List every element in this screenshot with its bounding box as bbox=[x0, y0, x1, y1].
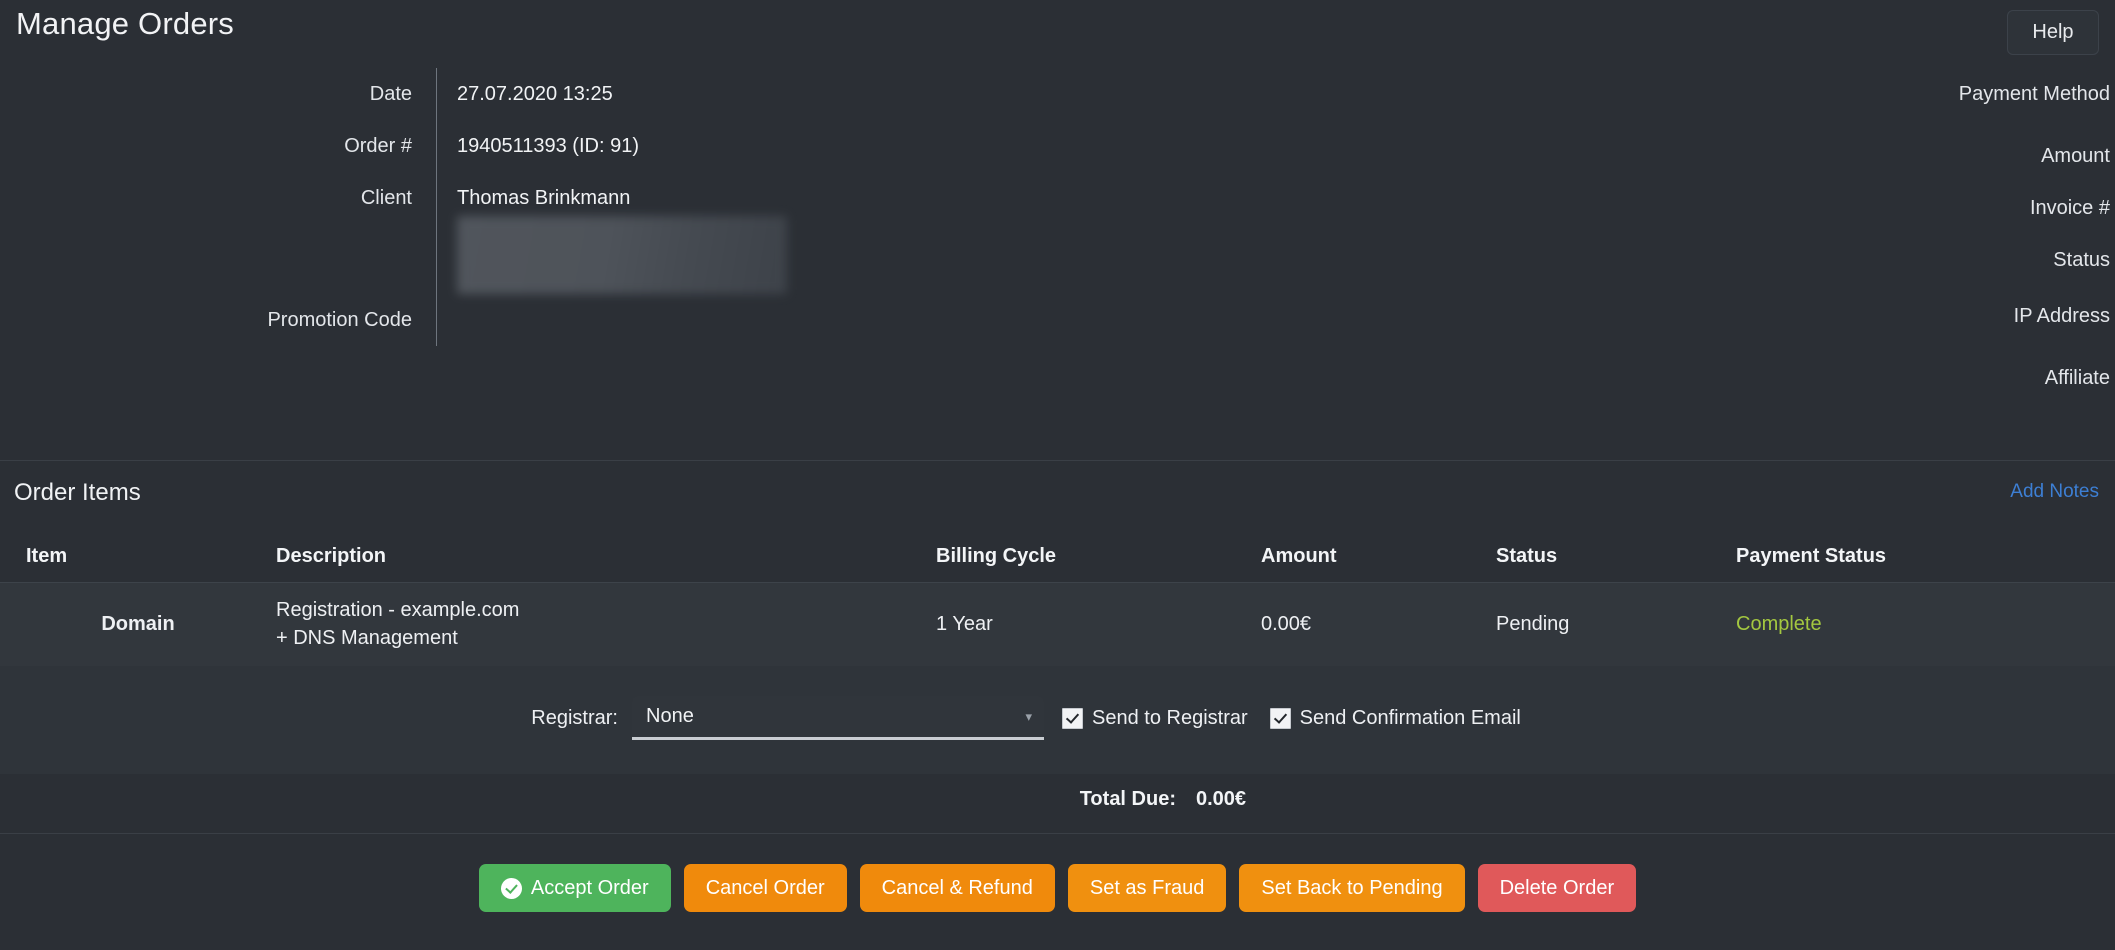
total-due-label: Total Due: bbox=[0, 788, 1196, 811]
summary-row-order-number: Order # 1940511393 (ID: 91) bbox=[0, 120, 1048, 172]
description-line-1: Registration - example.com bbox=[276, 599, 519, 621]
send-to-registrar-group[interactable]: Send to Registrar bbox=[1062, 707, 1248, 730]
send-confirmation-email-label: Send Confirmation Email bbox=[1300, 707, 1521, 730]
manage-orders-page: Manage Orders Help Date 27.07.2020 13:25… bbox=[0, 0, 2115, 950]
order-summary-right-column: Payment Method Bank Transfer Amount 0.00… bbox=[1048, 68, 2115, 438]
registrar-select-value: None bbox=[646, 705, 694, 728]
accept-order-label: Accept Order bbox=[531, 877, 649, 900]
summary-row-date: Date 27.07.2020 13:25 bbox=[0, 68, 1048, 120]
client-contact-redacted bbox=[457, 216, 787, 294]
summary-row-promotion-code: Promotion Code bbox=[0, 294, 1048, 346]
registrar-select[interactable]: None ▾ bbox=[632, 696, 1044, 740]
cancel-and-refund-button[interactable]: Cancel & Refund bbox=[860, 864, 1055, 912]
client-label: Client bbox=[0, 172, 436, 210]
accept-order-button[interactable]: Accept Order bbox=[479, 864, 671, 912]
table-row-registrar: Registrar: None ▾ Send to Registrar Send… bbox=[0, 666, 2115, 774]
total-due-value: 0.00€ bbox=[1196, 788, 1246, 811]
chevron-down-icon: ▾ bbox=[1025, 709, 1032, 725]
status-label: Status bbox=[1048, 234, 2115, 272]
table-header-row: Item Description Billing Cycle Amount St… bbox=[0, 533, 2115, 583]
registrar-label: Registrar: bbox=[0, 707, 632, 730]
summary-row-client: Client Thomas Brinkmann bbox=[0, 172, 1048, 294]
registrar-cell: Registrar: None ▾ Send to Registrar Send… bbox=[0, 666, 2115, 774]
order-items-table-body: Domain Registration - example.com + DNS … bbox=[0, 583, 2115, 775]
cancel-order-button[interactable]: Cancel Order bbox=[684, 864, 847, 912]
order-items-table: Item Description Billing Cycle Amount St… bbox=[0, 533, 2115, 774]
table-row: Domain Registration - example.com + DNS … bbox=[0, 583, 2115, 667]
summary-row-amount: Amount 0.00€ bbox=[1048, 130, 2115, 182]
column-header-description: Description bbox=[276, 533, 936, 583]
order-summary-left-column: Date 27.07.2020 13:25 Order # 1940511393… bbox=[0, 68, 1048, 438]
summary-row-ip-address: IP Address - Lookup | Filter | Ban bbox=[1048, 290, 2115, 352]
date-value: 27.07.2020 13:25 bbox=[436, 68, 1048, 120]
payment-status-badge: Complete bbox=[1736, 613, 1822, 635]
help-button[interactable]: Help bbox=[2007, 10, 2099, 55]
column-header-status: Status bbox=[1496, 533, 1736, 583]
promotion-code-value bbox=[436, 294, 1048, 346]
order-items-table-head: Item Description Billing Cycle Amount St… bbox=[0, 533, 2115, 583]
ip-address-label: IP Address bbox=[1048, 290, 2115, 328]
column-header-amount: Amount bbox=[1261, 533, 1496, 583]
cell-description: Registration - example.com + DNS Managem… bbox=[276, 583, 936, 667]
client-name: Thomas Brinkmann bbox=[457, 186, 1048, 210]
description-line-2: + DNS Management bbox=[276, 627, 936, 650]
order-items-header: Order Items Add Notes bbox=[0, 460, 2115, 533]
send-confirmation-email-group[interactable]: Send Confirmation Email bbox=[1270, 707, 1521, 730]
cell-payment-status: Complete bbox=[1736, 583, 2115, 667]
cell-status: Pending bbox=[1496, 583, 1736, 667]
set-back-to-pending-button[interactable]: Set Back to Pending bbox=[1239, 864, 1464, 912]
promotion-code-label: Promotion Code bbox=[0, 294, 436, 332]
summary-row-invoice-number: Invoice # 201 bbox=[1048, 182, 2115, 234]
invoice-number-label: Invoice # bbox=[1048, 182, 2115, 220]
column-header-item: Item bbox=[0, 533, 276, 583]
check-circle-icon bbox=[501, 878, 522, 899]
column-header-payment-status: Payment Status bbox=[1736, 533, 2115, 583]
set-as-fraud-button[interactable]: Set as Fraud bbox=[1068, 864, 1227, 912]
cell-billing-cycle: 1 Year bbox=[936, 583, 1261, 667]
summary-row-payment-method: Payment Method Bank Transfer bbox=[1048, 68, 2115, 130]
date-label: Date bbox=[0, 68, 436, 106]
cell-item: Domain bbox=[0, 583, 276, 667]
send-to-registrar-label: Send to Registrar bbox=[1092, 707, 1248, 730]
page-header: Manage Orders Help bbox=[0, 0, 2115, 68]
amount-label: Amount bbox=[1048, 130, 2115, 168]
registrar-strip: Registrar: None ▾ Send to Registrar Send… bbox=[0, 682, 2115, 758]
client-value-cell: Thomas Brinkmann bbox=[436, 172, 1048, 294]
add-notes-link[interactable]: Add Notes bbox=[2010, 481, 2099, 503]
payment-method-label: Payment Method bbox=[1048, 68, 2115, 106]
cell-amount: 0.00€ bbox=[1261, 583, 1496, 667]
delete-order-button[interactable]: Delete Order bbox=[1478, 864, 1637, 912]
summary-row-status: Status Pending ▾ bbox=[1048, 234, 2115, 290]
column-header-billing-cycle: Billing Cycle bbox=[936, 533, 1261, 583]
send-to-registrar-checkbox[interactable] bbox=[1062, 708, 1083, 729]
total-due-row: Total Due: 0.00€ bbox=[0, 774, 2115, 834]
order-summary: Date 27.07.2020 13:25 Order # 1940511393… bbox=[0, 68, 2115, 460]
order-items-title: Order Items bbox=[14, 479, 141, 507]
affiliate-label: Affiliate bbox=[1048, 352, 2115, 390]
summary-row-affiliate: Affiliate None - Manual Assign bbox=[1048, 352, 2115, 438]
order-number-value: 1940511393 (ID: 91) bbox=[436, 120, 1048, 172]
page-title: Manage Orders bbox=[16, 6, 234, 42]
order-action-buttons: Accept Order Cancel Order Cancel & Refun… bbox=[0, 834, 2115, 912]
order-number-label: Order # bbox=[0, 120, 436, 158]
send-confirmation-email-checkbox[interactable] bbox=[1270, 708, 1291, 729]
